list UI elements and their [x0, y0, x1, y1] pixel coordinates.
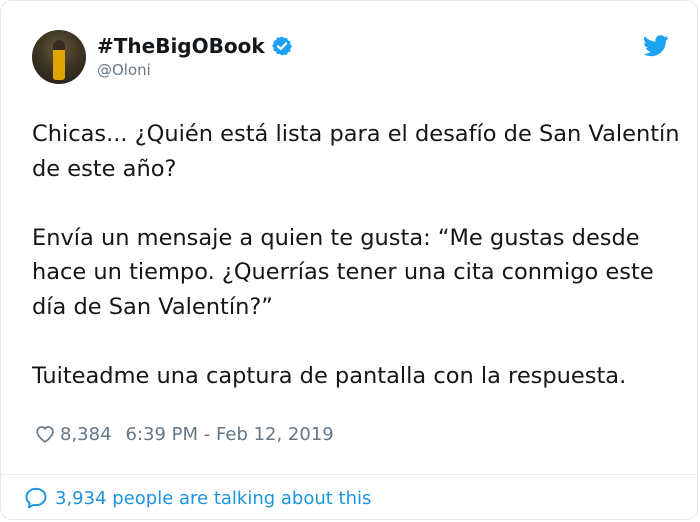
talking-text[interactable]: 3,934 people are talking about this — [55, 488, 371, 509]
tweet-meta: 8,384 6:39 PM - Feb 12, 2019 — [34, 423, 334, 445]
tweet-card: #TheBigOBook @Oloni Chicas... ¿Quién est… — [0, 0, 698, 520]
divider — [1, 474, 697, 475]
heart-icon[interactable] — [34, 423, 56, 445]
tweet-paragraph: Tuiteadme una captura de pantalla con la… — [32, 362, 627, 389]
avatar[interactable] — [32, 30, 86, 84]
tweet-timestamp[interactable]: 6:39 PM - Feb 12, 2019 — [126, 424, 334, 445]
talking-link[interactable]: 3,934 people are talking about this — [23, 485, 371, 511]
verified-badge-icon — [271, 36, 292, 56]
author-name-row[interactable]: #TheBigOBook — [97, 34, 293, 58]
author-display-name[interactable]: #TheBigOBook — [97, 34, 265, 58]
twitter-bird-icon[interactable] — [643, 35, 669, 57]
tweet-text: Chicas... ¿Quién está lista para el desa… — [32, 117, 687, 393]
author-handle[interactable]: @Oloni — [97, 61, 151, 79]
tweet-paragraph: Envía un mensaje a quien te gusta: “Me g… — [32, 224, 654, 320]
tweet-paragraph: Chicas... ¿Quién está lista para el desa… — [32, 121, 680, 182]
like-count[interactable]: 8,384 — [60, 424, 112, 445]
reply-bubble-icon — [25, 487, 47, 509]
avatar-figure — [53, 40, 65, 80]
